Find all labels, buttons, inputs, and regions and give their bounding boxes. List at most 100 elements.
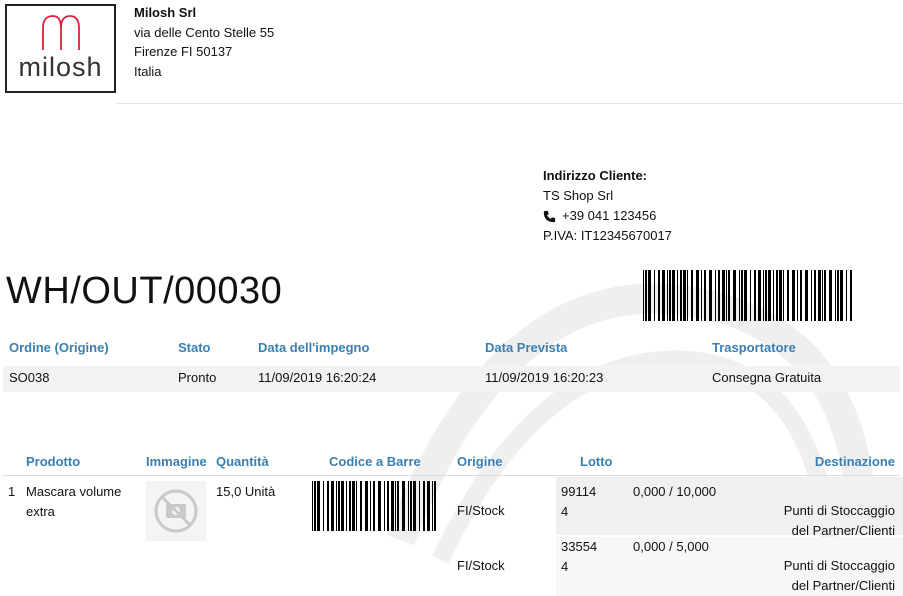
line-destination: Punti di Stoccaggio del Partner/Clienti (784, 501, 895, 540)
barcode-bar (413, 481, 416, 531)
product-name-line: Mascara volume (26, 484, 122, 499)
barcode-bar (667, 270, 668, 321)
barcode-bar (395, 481, 396, 531)
info-status: Pronto (178, 370, 217, 385)
barcode-bar (776, 270, 778, 321)
barcode-bar (818, 270, 821, 321)
col-header-destination: Destinazione (814, 454, 895, 469)
barcode-bar (726, 270, 727, 321)
barcode-bar (387, 481, 389, 531)
company-name: Milosh Srl (134, 5, 197, 20)
barcode-bar (370, 481, 371, 531)
barcode-bar (701, 270, 702, 321)
company-street: via delle Cento Stelle 55 (134, 24, 275, 40)
info-header-carrier: Trasportatore (712, 340, 796, 355)
barcode-bar (323, 481, 324, 531)
barcode-bar (423, 481, 425, 531)
product-barcode (312, 481, 436, 531)
customer-address: Indirizzo Cliente: TS Shop Srl +39 041 1… (543, 166, 672, 246)
customer-phone-row: +39 041 123456 (543, 206, 672, 226)
barcode-bar (680, 270, 682, 321)
barcode-bar (765, 270, 767, 321)
company-logo: milosh (5, 4, 116, 93)
barcode-bar (338, 481, 340, 531)
customer-name: TS Shop Srl (543, 188, 614, 203)
info-origin: SO038 (9, 370, 50, 385)
barcode-bar (432, 481, 433, 531)
barcode-bar (829, 270, 832, 321)
barcode-bar (672, 270, 675, 321)
barcode-bar (419, 481, 420, 531)
barcode-bar (427, 481, 430, 531)
customer-label: Indirizzo Cliente: (543, 168, 647, 183)
barcode-bar (341, 481, 344, 531)
barcode-bar (800, 270, 802, 321)
company-city: Firenze FI 50137 (134, 44, 233, 59)
barcode-bar (824, 270, 826, 321)
header-divider (116, 103, 903, 104)
barcode-bar (840, 270, 843, 321)
barcode-bar (349, 481, 351, 531)
info-commitment-date: 11/09/2019 16:20:24 (258, 370, 377, 385)
barcode-bar (779, 270, 782, 321)
barcode-bar (739, 270, 740, 321)
document-barcode (643, 270, 852, 321)
customer-vat: P.IVA: IT12345670017 (543, 228, 672, 243)
barcode-bar (822, 270, 823, 321)
barcode-bar (850, 270, 852, 321)
barcode-bar (741, 270, 743, 321)
barcode-bar (373, 481, 375, 531)
col-header-origin: Origine (457, 454, 503, 469)
barcode-bar (722, 270, 725, 321)
product-name: Mascara volume extra (26, 482, 121, 521)
barcode-bar (408, 481, 409, 531)
barcode-bar (402, 481, 405, 531)
barcode-bar (327, 481, 329, 531)
barcode-bar (750, 270, 751, 321)
barcode-bar (648, 270, 651, 321)
info-header-scheduled-date: Data Prevista (485, 340, 568, 355)
row-index: 1 (8, 484, 16, 499)
info-scheduled-date: 11/09/2019 16:20:23 (485, 370, 604, 385)
col-header-lot: Lotto (580, 454, 613, 469)
barcode-bar (846, 270, 847, 321)
lot-number: 4 (561, 558, 569, 574)
lot-number: 4 (561, 503, 569, 519)
line-qty: 0,000 / 5,000 (633, 539, 709, 554)
company-address: Milosh Srl via delle Cento Stelle 55 Fir… (134, 3, 274, 81)
barcode-bar (787, 270, 789, 321)
line-destination: Punti di Stoccaggio del Partner/Clienti (784, 556, 895, 595)
product-image (146, 481, 206, 541)
barcode-bar (662, 270, 665, 321)
barcode-bar (683, 270, 686, 321)
info-header-origin: Ordine (Origine) (9, 340, 109, 355)
logo-text: milosh (18, 52, 103, 82)
barcode-bar (835, 270, 836, 321)
line-lot: 99114 4 (561, 482, 596, 521)
barcode-bar (356, 481, 357, 531)
barcode-bar (709, 270, 712, 321)
barcode-bar (773, 270, 774, 321)
lot-number: 99114 (561, 484, 597, 499)
barcode-bar (733, 270, 736, 321)
barcode-bar (783, 270, 784, 321)
barcode-bar (696, 270, 699, 321)
barcode-bar (654, 270, 655, 321)
barcode-bar (715, 270, 716, 321)
barcode-bar (704, 270, 706, 321)
barcode-bar (768, 270, 771, 321)
barcode-bar (687, 270, 688, 321)
barcode-bar (331, 481, 334, 531)
barcode-bar (346, 481, 347, 531)
barcode-bar (792, 270, 795, 321)
barcode-bar (718, 270, 720, 321)
barcode-bar (365, 481, 368, 531)
barcode-bar (805, 270, 808, 321)
info-header-commitment-date: Data dell'impegno (258, 340, 370, 355)
barcode-bar (763, 270, 764, 321)
barcode-bar (391, 481, 394, 531)
product-name-line: extra (26, 503, 55, 519)
col-header-image: Immagine (146, 454, 207, 469)
table-header-divider (3, 475, 900, 476)
barcode-bar (744, 270, 747, 321)
